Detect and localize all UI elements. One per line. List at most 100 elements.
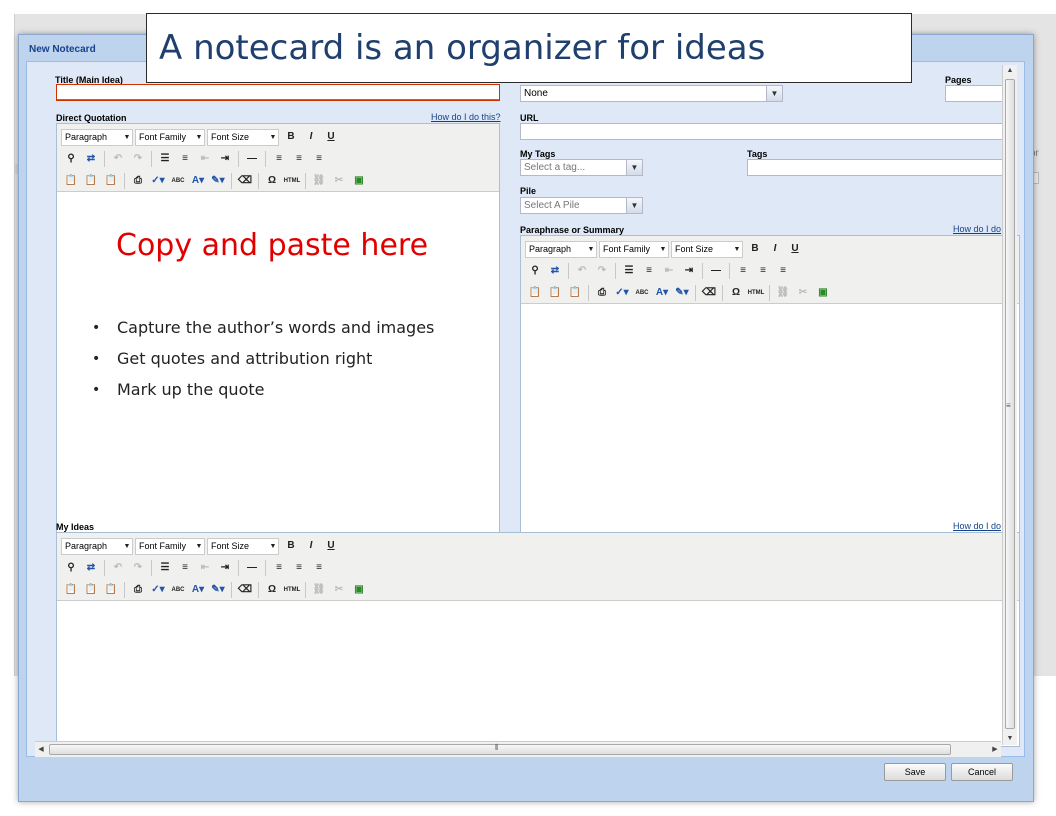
save-button[interactable]: Save xyxy=(884,763,946,781)
my-ideas-content[interactable] xyxy=(57,602,1019,746)
special-char-icon[interactable]: Ω xyxy=(262,581,282,599)
paste-word-icon[interactable]: 📋 xyxy=(565,284,585,302)
font-size-select[interactable]: Font Size ▼ xyxy=(207,128,279,146)
format-select[interactable]: Paragraph ▼ xyxy=(61,537,133,555)
paraphrase-help-link[interactable]: How do I do xyxy=(953,224,1001,234)
font-size-select[interactable]: Font Size ▼ xyxy=(671,240,743,258)
paste-icon[interactable]: 📋 xyxy=(525,284,545,302)
cleanup-icon[interactable]: ⌫ xyxy=(699,284,719,302)
underline-button[interactable]: U xyxy=(321,128,341,146)
italic-button[interactable]: I xyxy=(765,240,785,258)
strikethrough-icon[interactable]: ABC xyxy=(168,581,188,599)
underline-button[interactable]: U xyxy=(321,537,341,555)
html-source-icon[interactable]: HTML xyxy=(282,581,302,599)
spellcheck-icon[interactable]: ✓▾ xyxy=(148,172,168,190)
horizontal-rule-icon[interactable]: — xyxy=(242,559,262,577)
numbered-list-icon[interactable]: ≡ xyxy=(639,262,659,280)
pile-select[interactable]: Select A Pile ▼ xyxy=(520,197,643,214)
paste-icon[interactable]: 📋 xyxy=(61,581,81,599)
special-char-icon[interactable]: Ω xyxy=(262,172,282,190)
print-icon[interactable]: ⎙ xyxy=(128,581,148,599)
redo-icon[interactable]: ↷ xyxy=(128,559,148,577)
horizontal-scrollbar[interactable]: ◀ ⦀ ▶ xyxy=(35,741,1001,757)
align-center-icon[interactable]: ≡ xyxy=(753,262,773,280)
replace-icon[interactable]: ⇄ xyxy=(81,559,101,577)
paste-text-icon[interactable]: 📋 xyxy=(81,172,101,190)
my-ideas-help-link[interactable]: How do I do xyxy=(953,521,1001,531)
outdent-icon[interactable]: ⇤ xyxy=(659,262,679,280)
bold-button[interactable]: B xyxy=(281,537,301,555)
vertical-scrollbar[interactable]: ▲ ≡ ▼ xyxy=(1002,65,1017,745)
strikethrough-icon[interactable]: ABC xyxy=(632,284,652,302)
title-input[interactable] xyxy=(56,84,500,101)
font-family-select[interactable]: Font Family ▼ xyxy=(135,128,205,146)
indent-icon[interactable]: ⇥ xyxy=(215,150,235,168)
align-right-icon[interactable]: ≡ xyxy=(309,150,329,168)
align-right-icon[interactable]: ≡ xyxy=(773,262,793,280)
highlight-color-icon[interactable]: ✎▾ xyxy=(208,172,228,190)
replace-icon[interactable]: ⇄ xyxy=(545,262,565,280)
html-source-icon[interactable]: HTML xyxy=(282,172,302,190)
replace-icon[interactable]: ⇄ xyxy=(81,150,101,168)
paste-text-icon[interactable]: 📋 xyxy=(545,284,565,302)
horizontal-rule-icon[interactable]: — xyxy=(242,150,262,168)
italic-button[interactable]: I xyxy=(301,128,321,146)
redo-icon[interactable]: ↷ xyxy=(128,150,148,168)
print-icon[interactable]: ⎙ xyxy=(128,172,148,190)
bullet-list-icon[interactable]: ☰ xyxy=(155,559,175,577)
numbered-list-icon[interactable]: ≡ xyxy=(175,559,195,577)
scroll-right-icon[interactable]: ▶ xyxy=(989,742,1001,757)
undo-icon[interactable]: ↶ xyxy=(108,150,128,168)
print-icon[interactable]: ⎙ xyxy=(592,284,612,302)
indent-icon[interactable]: ⇥ xyxy=(215,559,235,577)
url-input[interactable] xyxy=(520,123,1015,140)
special-char-icon[interactable]: Ω xyxy=(726,284,746,302)
horizontal-scroll-thumb[interactable] xyxy=(49,744,951,755)
paste-icon[interactable]: 📋 xyxy=(61,172,81,190)
image-icon[interactable]: ▣ xyxy=(813,284,833,302)
highlight-color-icon[interactable]: ✎▾ xyxy=(208,581,228,599)
chevron-down-icon[interactable]: ▼ xyxy=(766,86,782,101)
align-left-icon[interactable]: ≡ xyxy=(269,559,289,577)
paste-word-icon[interactable]: 📋 xyxy=(101,581,121,599)
link-icon[interactable]: ⛓ xyxy=(773,284,793,302)
horizontal-rule-icon[interactable]: — xyxy=(706,262,726,280)
find-icon[interactable]: ⚲ xyxy=(525,262,545,280)
undo-icon[interactable]: ↶ xyxy=(108,559,128,577)
link-icon[interactable]: ⛓ xyxy=(309,172,329,190)
bold-button[interactable]: B xyxy=(745,240,765,258)
bullet-list-icon[interactable]: ☰ xyxy=(155,150,175,168)
scroll-left-icon[interactable]: ◀ xyxy=(35,742,47,757)
cleanup-icon[interactable]: ⌫ xyxy=(235,581,255,599)
font-family-select[interactable]: Font Family ▼ xyxy=(135,537,205,555)
outdent-icon[interactable]: ⇤ xyxy=(195,150,215,168)
scroll-down-icon[interactable]: ▼ xyxy=(1003,733,1017,745)
align-right-icon[interactable]: ≡ xyxy=(309,559,329,577)
indent-icon[interactable]: ⇥ xyxy=(679,262,699,280)
paste-word-icon[interactable]: 📋 xyxy=(101,172,121,190)
bullet-list-icon[interactable]: ☰ xyxy=(619,262,639,280)
numbered-list-icon[interactable]: ≡ xyxy=(175,150,195,168)
strikethrough-icon[interactable]: ABC xyxy=(168,172,188,190)
unlink-icon[interactable]: ✂ xyxy=(329,581,349,599)
font-family-select[interactable]: Font Family ▼ xyxy=(599,240,669,258)
spellcheck-icon[interactable]: ✓▾ xyxy=(612,284,632,302)
align-center-icon[interactable]: ≡ xyxy=(289,150,309,168)
italic-button[interactable]: I xyxy=(301,537,321,555)
font-size-select[interactable]: Font Size ▼ xyxy=(207,537,279,555)
align-left-icon[interactable]: ≡ xyxy=(269,150,289,168)
text-color-icon[interactable]: A▾ xyxy=(188,172,208,190)
chevron-down-icon[interactable]: ▼ xyxy=(626,160,642,175)
image-icon[interactable]: ▣ xyxy=(349,581,369,599)
spellcheck-icon[interactable]: ✓▾ xyxy=(148,581,168,599)
image-icon[interactable]: ▣ xyxy=(349,172,369,190)
underline-button[interactable]: U xyxy=(785,240,805,258)
format-select[interactable]: Paragraph ▼ xyxy=(525,240,597,258)
find-icon[interactable]: ⚲ xyxy=(61,150,81,168)
direct-quotation-help-link[interactable]: How do I do this? xyxy=(431,112,501,122)
tags-input[interactable] xyxy=(747,159,1015,176)
text-color-icon[interactable]: A▾ xyxy=(188,581,208,599)
unlink-icon[interactable]: ✂ xyxy=(329,172,349,190)
text-color-icon[interactable]: A▾ xyxy=(652,284,672,302)
format-select[interactable]: Paragraph ▼ xyxy=(61,128,133,146)
